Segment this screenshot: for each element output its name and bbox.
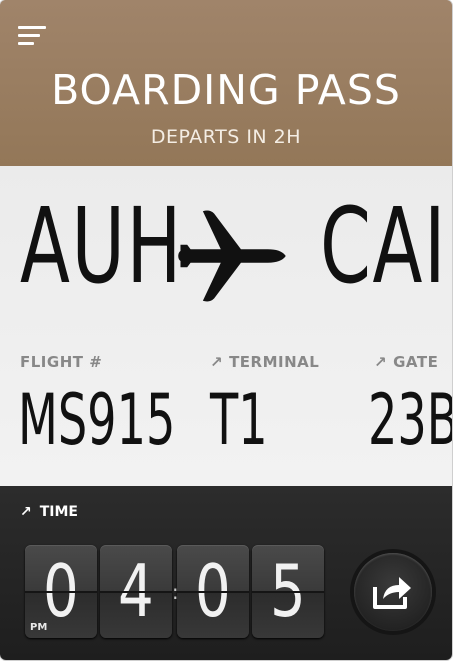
gate-label: ↗ GATE <box>374 353 439 371</box>
meridiem-indicator: PM <box>30 622 48 633</box>
terminal-label: ↗ TERMINAL <box>210 353 320 371</box>
origin-airport-code: AUH <box>20 185 183 307</box>
flight-number-value: MS915 <box>18 379 176 461</box>
destination-airport-code: CAI <box>320 185 448 307</box>
page-title: BOARDING PASS <box>51 66 401 114</box>
menu-icon[interactable] <box>18 26 48 50</box>
arrow-up-right-icon: ↗ <box>20 504 32 520</box>
arrow-up-right-icon: ↗ <box>210 353 224 371</box>
gate-value: 23B <box>368 379 452 461</box>
arrow-up-right-icon: ↗ <box>374 353 388 371</box>
share-button[interactable] <box>354 553 432 631</box>
flight-number-label: FLIGHT # <box>20 353 103 371</box>
time-digit-minute-tens: 0 <box>177 545 249 638</box>
time-label: ↗ TIME <box>20 504 78 520</box>
time-digit-minute-ones: 5 <box>252 545 324 638</box>
plane-icon <box>178 210 286 302</box>
departure-countdown: DEPARTS IN 2H <box>150 126 302 148</box>
terminal-value: T1 <box>210 379 268 461</box>
header: BOARDING PASS DEPARTS IN 2H <box>0 0 452 166</box>
share-icon <box>373 577 411 609</box>
boarding-pass-card: BOARDING PASS DEPARTS IN 2H AUH CAI FLIG… <box>0 0 452 660</box>
time-digit-hour-ones: 4 <box>100 545 172 638</box>
